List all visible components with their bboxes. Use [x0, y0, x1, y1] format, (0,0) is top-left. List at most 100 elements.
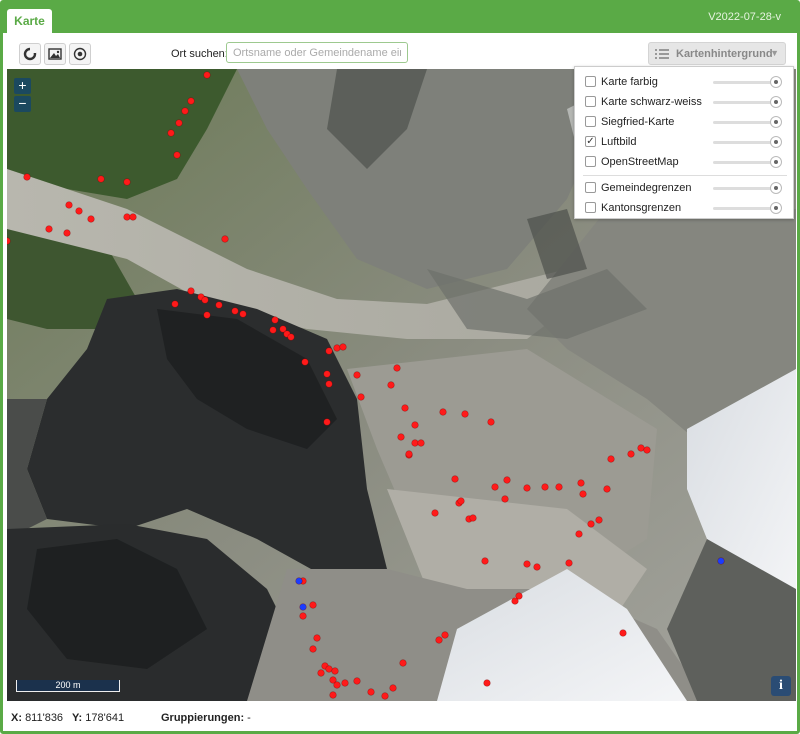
observation-marker[interactable] — [317, 669, 325, 677]
observation-marker[interactable] — [333, 344, 341, 352]
layer-row[interactable]: Karte schwarz-weiss — [575, 93, 795, 111]
observation-marker[interactable] — [63, 229, 71, 237]
observation-marker[interactable] — [619, 629, 627, 637]
observation-marker[interactable] — [643, 446, 651, 454]
observation-marker[interactable] — [353, 371, 361, 379]
observation-marker[interactable] — [603, 485, 611, 493]
observation-marker[interactable] — [129, 213, 137, 221]
observation-marker[interactable] — [309, 601, 317, 609]
observation-marker[interactable] — [491, 483, 499, 491]
observation-marker[interactable] — [123, 213, 131, 221]
observation-marker[interactable] — [331, 667, 339, 675]
observation-marker[interactable] — [221, 235, 229, 243]
observation-marker[interactable] — [171, 300, 179, 308]
observation-marker[interactable] — [401, 404, 409, 412]
observation-marker[interactable] — [173, 151, 181, 159]
slider-handle[interactable] — [770, 156, 782, 168]
observation-marker[interactable] — [469, 514, 477, 522]
layer-checkbox[interactable] — [585, 182, 596, 193]
observation-marker[interactable] — [565, 559, 573, 567]
slider-handle[interactable] — [770, 116, 782, 128]
target-button[interactable] — [69, 43, 91, 65]
background-layer-button[interactable]: Kartenhintergrund ▼ — [648, 42, 786, 65]
observation-marker[interactable] — [271, 316, 279, 324]
tab-karte[interactable]: Karte — [7, 9, 52, 35]
observation-marker[interactable] — [575, 530, 583, 538]
observation-marker[interactable] — [87, 215, 95, 223]
zoom-out-button[interactable]: − — [14, 96, 31, 112]
observation-marker[interactable] — [367, 688, 375, 696]
observation-marker[interactable] — [637, 444, 645, 452]
observation-marker[interactable] — [323, 418, 331, 426]
observation-marker[interactable] — [577, 479, 585, 487]
observation-marker[interactable] — [313, 634, 321, 642]
observation-marker[interactable] — [523, 484, 531, 492]
layer-checkbox[interactable] — [585, 96, 596, 107]
observation-marker[interactable] — [627, 450, 635, 458]
observation-marker[interactable] — [481, 557, 489, 565]
slider-handle[interactable] — [770, 202, 782, 214]
observation-marker[interactable] — [387, 381, 395, 389]
observation-marker[interactable] — [431, 509, 439, 517]
observation-marker[interactable] — [203, 71, 211, 79]
observation-marker[interactable] — [441, 631, 449, 639]
layer-row[interactable]: Kantonsgrenzen — [575, 199, 795, 217]
layer-checkbox[interactable] — [585, 156, 596, 167]
observation-marker[interactable] — [301, 358, 309, 366]
layer-row[interactable]: OpenStreetMap — [575, 153, 795, 171]
search-input[interactable] — [226, 42, 408, 63]
observation-marker[interactable] — [187, 97, 195, 105]
observation-marker[interactable] — [511, 597, 519, 605]
observation-marker[interactable] — [287, 333, 295, 341]
observation-marker[interactable] — [123, 178, 131, 186]
layer-row[interactable]: Gemeindegrenzen — [575, 179, 795, 197]
observation-marker[interactable] — [417, 439, 425, 447]
observation-marker[interactable] — [541, 483, 549, 491]
special-marker[interactable] — [299, 603, 307, 611]
observation-marker[interactable] — [341, 679, 349, 687]
slider-handle[interactable] — [770, 96, 782, 108]
observation-marker[interactable] — [457, 497, 465, 505]
observation-marker[interactable] — [325, 665, 333, 673]
observation-marker[interactable] — [201, 296, 209, 304]
slider-handle[interactable] — [770, 136, 782, 148]
zoom-in-button[interactable]: + — [14, 78, 31, 94]
layer-checkbox[interactable] — [585, 202, 596, 213]
observation-marker[interactable] — [397, 433, 405, 441]
observation-marker[interactable] — [23, 173, 31, 181]
observation-marker[interactable] — [333, 681, 341, 689]
observation-marker[interactable] — [203, 311, 211, 319]
observation-marker[interactable] — [501, 495, 509, 503]
observation-marker[interactable] — [231, 307, 239, 315]
layer-checkbox[interactable] — [585, 76, 596, 87]
observation-marker[interactable] — [167, 129, 175, 137]
observation-marker[interactable] — [435, 636, 443, 644]
info-button[interactable]: i — [771, 676, 791, 696]
observation-marker[interactable] — [269, 326, 277, 334]
observation-marker[interactable] — [451, 475, 459, 483]
observation-marker[interactable] — [399, 659, 407, 667]
observation-marker[interactable] — [483, 679, 491, 687]
layer-row[interactable]: ✓ Luftbild — [575, 133, 795, 151]
observation-marker[interactable] — [579, 490, 587, 498]
observation-marker[interactable] — [607, 455, 615, 463]
observation-marker[interactable] — [555, 483, 563, 491]
observation-marker[interactable] — [393, 364, 401, 372]
layer-row[interactable]: Karte farbig — [575, 73, 795, 91]
observation-marker[interactable] — [595, 516, 603, 524]
observation-marker[interactable] — [325, 380, 333, 388]
layer-checkbox[interactable]: ✓ — [585, 136, 596, 147]
slider-handle[interactable] — [770, 182, 782, 194]
observation-marker[interactable] — [175, 119, 183, 127]
observation-marker[interactable] — [357, 393, 365, 401]
observation-marker[interactable] — [353, 677, 361, 685]
observation-marker[interactable] — [309, 645, 317, 653]
observation-marker[interactable] — [587, 520, 595, 528]
layer-checkbox[interactable] — [585, 116, 596, 127]
observation-marker[interactable] — [411, 421, 419, 429]
layer-row[interactable]: Siegfried-Karte — [575, 113, 795, 131]
observation-marker[interactable] — [299, 612, 307, 620]
observation-marker[interactable] — [323, 370, 331, 378]
observation-marker[interactable] — [405, 450, 413, 458]
observation-marker[interactable] — [503, 476, 511, 484]
